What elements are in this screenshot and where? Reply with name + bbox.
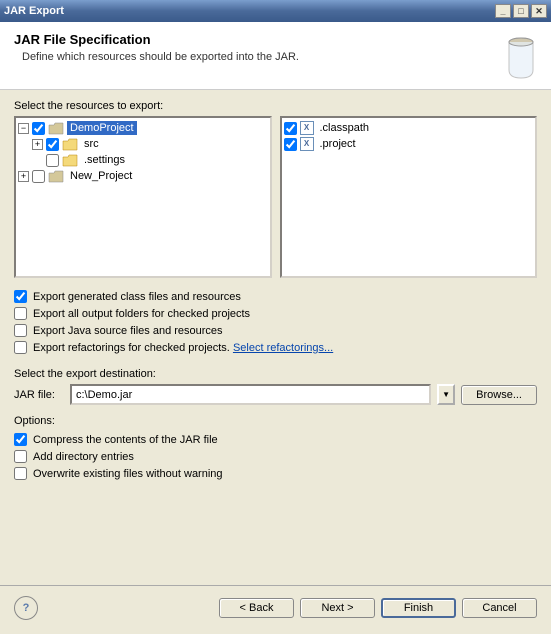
destination-label: Select the export destination: <box>14 368 537 380</box>
file-label: .classpath <box>317 121 373 135</box>
checkbox-export-refactorings[interactable] <box>14 341 27 354</box>
option-label: Export all output folders for checked pr… <box>33 308 250 320</box>
option-label: Compress the contents of the JAR file <box>33 434 218 446</box>
checkbox-overwrite[interactable] <box>14 467 27 480</box>
option-label: Overwrite existing files without warning <box>33 468 223 480</box>
jar-icon <box>491 30 541 80</box>
option-label: Export Java source files and resources <box>33 325 223 337</box>
jar-file-input[interactable] <box>70 384 431 405</box>
export-option[interactable]: Export generated class files and resourc… <box>14 288 537 305</box>
checkbox-src[interactable] <box>46 138 59 151</box>
tree-label: src <box>81 137 102 151</box>
tree-item-settings[interactable]: .settings <box>18 152 268 168</box>
option-overwrite[interactable]: Overwrite existing files without warning <box>14 465 537 482</box>
browse-button[interactable]: Browse... <box>461 385 537 405</box>
wizard-footer: ? < Back Next > Finish Cancel <box>0 585 551 634</box>
help-button[interactable]: ? <box>14 596 38 620</box>
tree-label: .settings <box>81 153 128 167</box>
cancel-button[interactable]: Cancel <box>462 598 537 618</box>
option-directory-entries[interactable]: Add directory entries <box>14 448 537 465</box>
file-list[interactable]: X .classpath X .project <box>280 116 538 278</box>
file-item-project[interactable]: X .project <box>284 136 534 152</box>
export-option[interactable]: Export refactorings for checked projects… <box>14 339 537 356</box>
wizard-header: JAR File Specification Define which reso… <box>0 22 551 90</box>
minimize-button[interactable]: _ <box>495 4 511 18</box>
project-icon <box>48 122 64 135</box>
checkbox-newproject[interactable] <box>32 170 45 183</box>
checkbox-export-source[interactable] <box>14 324 27 337</box>
option-compress[interactable]: Compress the contents of the JAR file <box>14 431 537 448</box>
project-icon <box>48 170 64 183</box>
back-button[interactable]: < Back <box>219 598 294 618</box>
option-label: Add directory entries <box>33 451 134 463</box>
option-label: Export refactorings for checked projects… <box>33 342 230 354</box>
window-title: JAR Export <box>4 5 495 17</box>
maximize-button[interactable]: □ <box>513 4 529 18</box>
folder-icon <box>62 138 78 151</box>
tree-label: DemoProject <box>67 121 137 135</box>
checkbox-export-generated[interactable] <box>14 290 27 303</box>
expand-icon[interactable]: + <box>32 139 43 150</box>
jar-file-dropdown[interactable]: ▼ <box>437 384 455 405</box>
resource-tree[interactable]: − DemoProject + src .settings + <box>14 116 272 278</box>
file-label: .project <box>317 137 359 151</box>
select-refactorings-link[interactable]: Select refactorings... <box>233 342 333 354</box>
checkbox-classpath[interactable] <box>284 122 297 135</box>
title-bar: JAR Export _ □ ✕ <box>0 0 551 22</box>
folder-icon <box>62 154 78 167</box>
jar-file-label: JAR file: <box>14 389 64 401</box>
export-option[interactable]: Export Java source files and resources <box>14 322 537 339</box>
collapse-icon[interactable]: − <box>18 123 29 134</box>
checkbox-export-output[interactable] <box>14 307 27 320</box>
page-title: JAR File Specification <box>14 32 537 47</box>
checkbox-project[interactable] <box>284 138 297 151</box>
checkbox-settings[interactable] <box>46 154 59 167</box>
tree-item-src[interactable]: + src <box>18 136 268 152</box>
file-icon: X <box>300 137 314 151</box>
file-item-classpath[interactable]: X .classpath <box>284 120 534 136</box>
next-button[interactable]: Next > <box>300 598 375 618</box>
option-label: Export generated class files and resourc… <box>33 291 241 303</box>
close-button[interactable]: ✕ <box>531 4 547 18</box>
file-icon: X <box>300 121 314 135</box>
finish-button[interactable]: Finish <box>381 598 456 618</box>
expand-icon[interactable]: + <box>18 171 29 182</box>
tree-label: New_Project <box>67 169 135 183</box>
resources-label: Select the resources to export: <box>14 100 537 112</box>
export-option[interactable]: Export all output folders for checked pr… <box>14 305 537 322</box>
page-description: Define which resources should be exporte… <box>14 51 537 63</box>
checkbox-demoproject[interactable] <box>32 122 45 135</box>
options-label: Options: <box>14 415 537 427</box>
tree-item-demoproject[interactable]: − DemoProject <box>18 120 268 136</box>
tree-item-newproject[interactable]: + New_Project <box>18 168 268 184</box>
checkbox-compress[interactable] <box>14 433 27 446</box>
checkbox-directory-entries[interactable] <box>14 450 27 463</box>
